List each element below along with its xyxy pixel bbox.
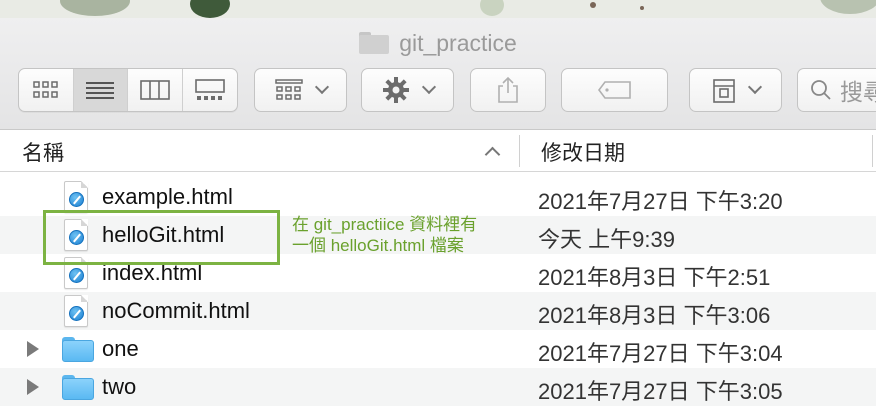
- file-date: 2021年7月27日 下午3:05: [538, 379, 783, 404]
- path-button[interactable]: [689, 68, 782, 112]
- window-title: git_practice: [0, 28, 876, 58]
- drive-icon: [712, 79, 735, 103]
- folder-icon: [359, 32, 390, 54]
- folder-name: two: [102, 374, 137, 399]
- file-date: 今天 上午9:39: [538, 227, 675, 252]
- icon-grid-icon: [33, 81, 58, 98]
- date-column-header[interactable]: 修改日期: [541, 137, 625, 167]
- columns-icon: [139, 80, 170, 100]
- file-date: 2021年8月3日 下午2:51: [538, 265, 771, 290]
- share-icon: [498, 76, 518, 103]
- action-menu-button[interactable]: [361, 68, 454, 112]
- name-column-header[interactable]: 名稱: [22, 137, 64, 167]
- chevron-down-icon: [314, 79, 329, 95]
- group-icon: [274, 79, 303, 100]
- file-date: 2021年7月27日 下午3:20: [538, 189, 783, 214]
- column-divider[interactable]: [872, 135, 873, 167]
- share-button[interactable]: [470, 68, 546, 112]
- annotation-line-1: 在 git_practiice 資料裡有: [292, 215, 478, 234]
- annotation-note: 在 git_practiice 資料裡有 一個 helloGit.html 檔案: [292, 214, 477, 256]
- gallery-icon: [194, 79, 225, 100]
- folder-row-one[interactable]: one 2021年7月27日 下午3:04: [0, 330, 876, 368]
- window-toolbar: git_practice 搜尋: [0, 18, 876, 130]
- folder-name: one: [102, 336, 139, 361]
- html-file-icon: [64, 295, 88, 327]
- gear-icon: [382, 77, 409, 103]
- tag-icon: [597, 81, 631, 99]
- sort-ascending-icon[interactable]: [484, 146, 501, 163]
- window-title-text: git_practice: [399, 29, 517, 56]
- file-name: example.html: [102, 184, 233, 209]
- view-mode-control: [18, 68, 238, 112]
- tags-button[interactable]: [561, 68, 668, 112]
- gallery-view-button[interactable]: [183, 69, 237, 111]
- disclosure-triangle-icon[interactable]: [27, 341, 39, 357]
- disclosure-triangle-icon[interactable]: [27, 379, 39, 395]
- column-divider[interactable]: [519, 135, 520, 167]
- column-header: 名稱 修改日期: [0, 130, 876, 172]
- file-date: 2021年8月3日 下午3:06: [538, 303, 771, 328]
- folder-row-two[interactable]: two 2021年7月27日 下午3:05: [0, 368, 876, 406]
- icon-view-button[interactable]: [19, 69, 74, 111]
- file-row-nocommit[interactable]: noCommit.html 2021年8月3日 下午3:06: [0, 292, 876, 330]
- html-file-icon: [64, 181, 88, 213]
- chevron-down-icon: [421, 79, 436, 95]
- chevron-down-icon: [747, 79, 762, 95]
- search-icon: [811, 80, 831, 100]
- annotation-line-2: 一個 helloGit.html 檔案: [292, 236, 464, 255]
- file-name: noCommit.html: [102, 298, 250, 323]
- folder-icon: [62, 337, 94, 362]
- group-by-button[interactable]: [254, 68, 347, 112]
- file-date: 2021年7月27日 下午3:04: [538, 341, 783, 366]
- list-icon: [86, 82, 115, 99]
- folder-icon: [62, 375, 94, 400]
- column-view-button[interactable]: [128, 69, 183, 111]
- search-placeholder: 搜尋: [840, 79, 876, 105]
- list-view-button[interactable]: [73, 69, 129, 111]
- search-field[interactable]: 搜尋: [797, 68, 876, 112]
- highlight-box: [43, 210, 280, 265]
